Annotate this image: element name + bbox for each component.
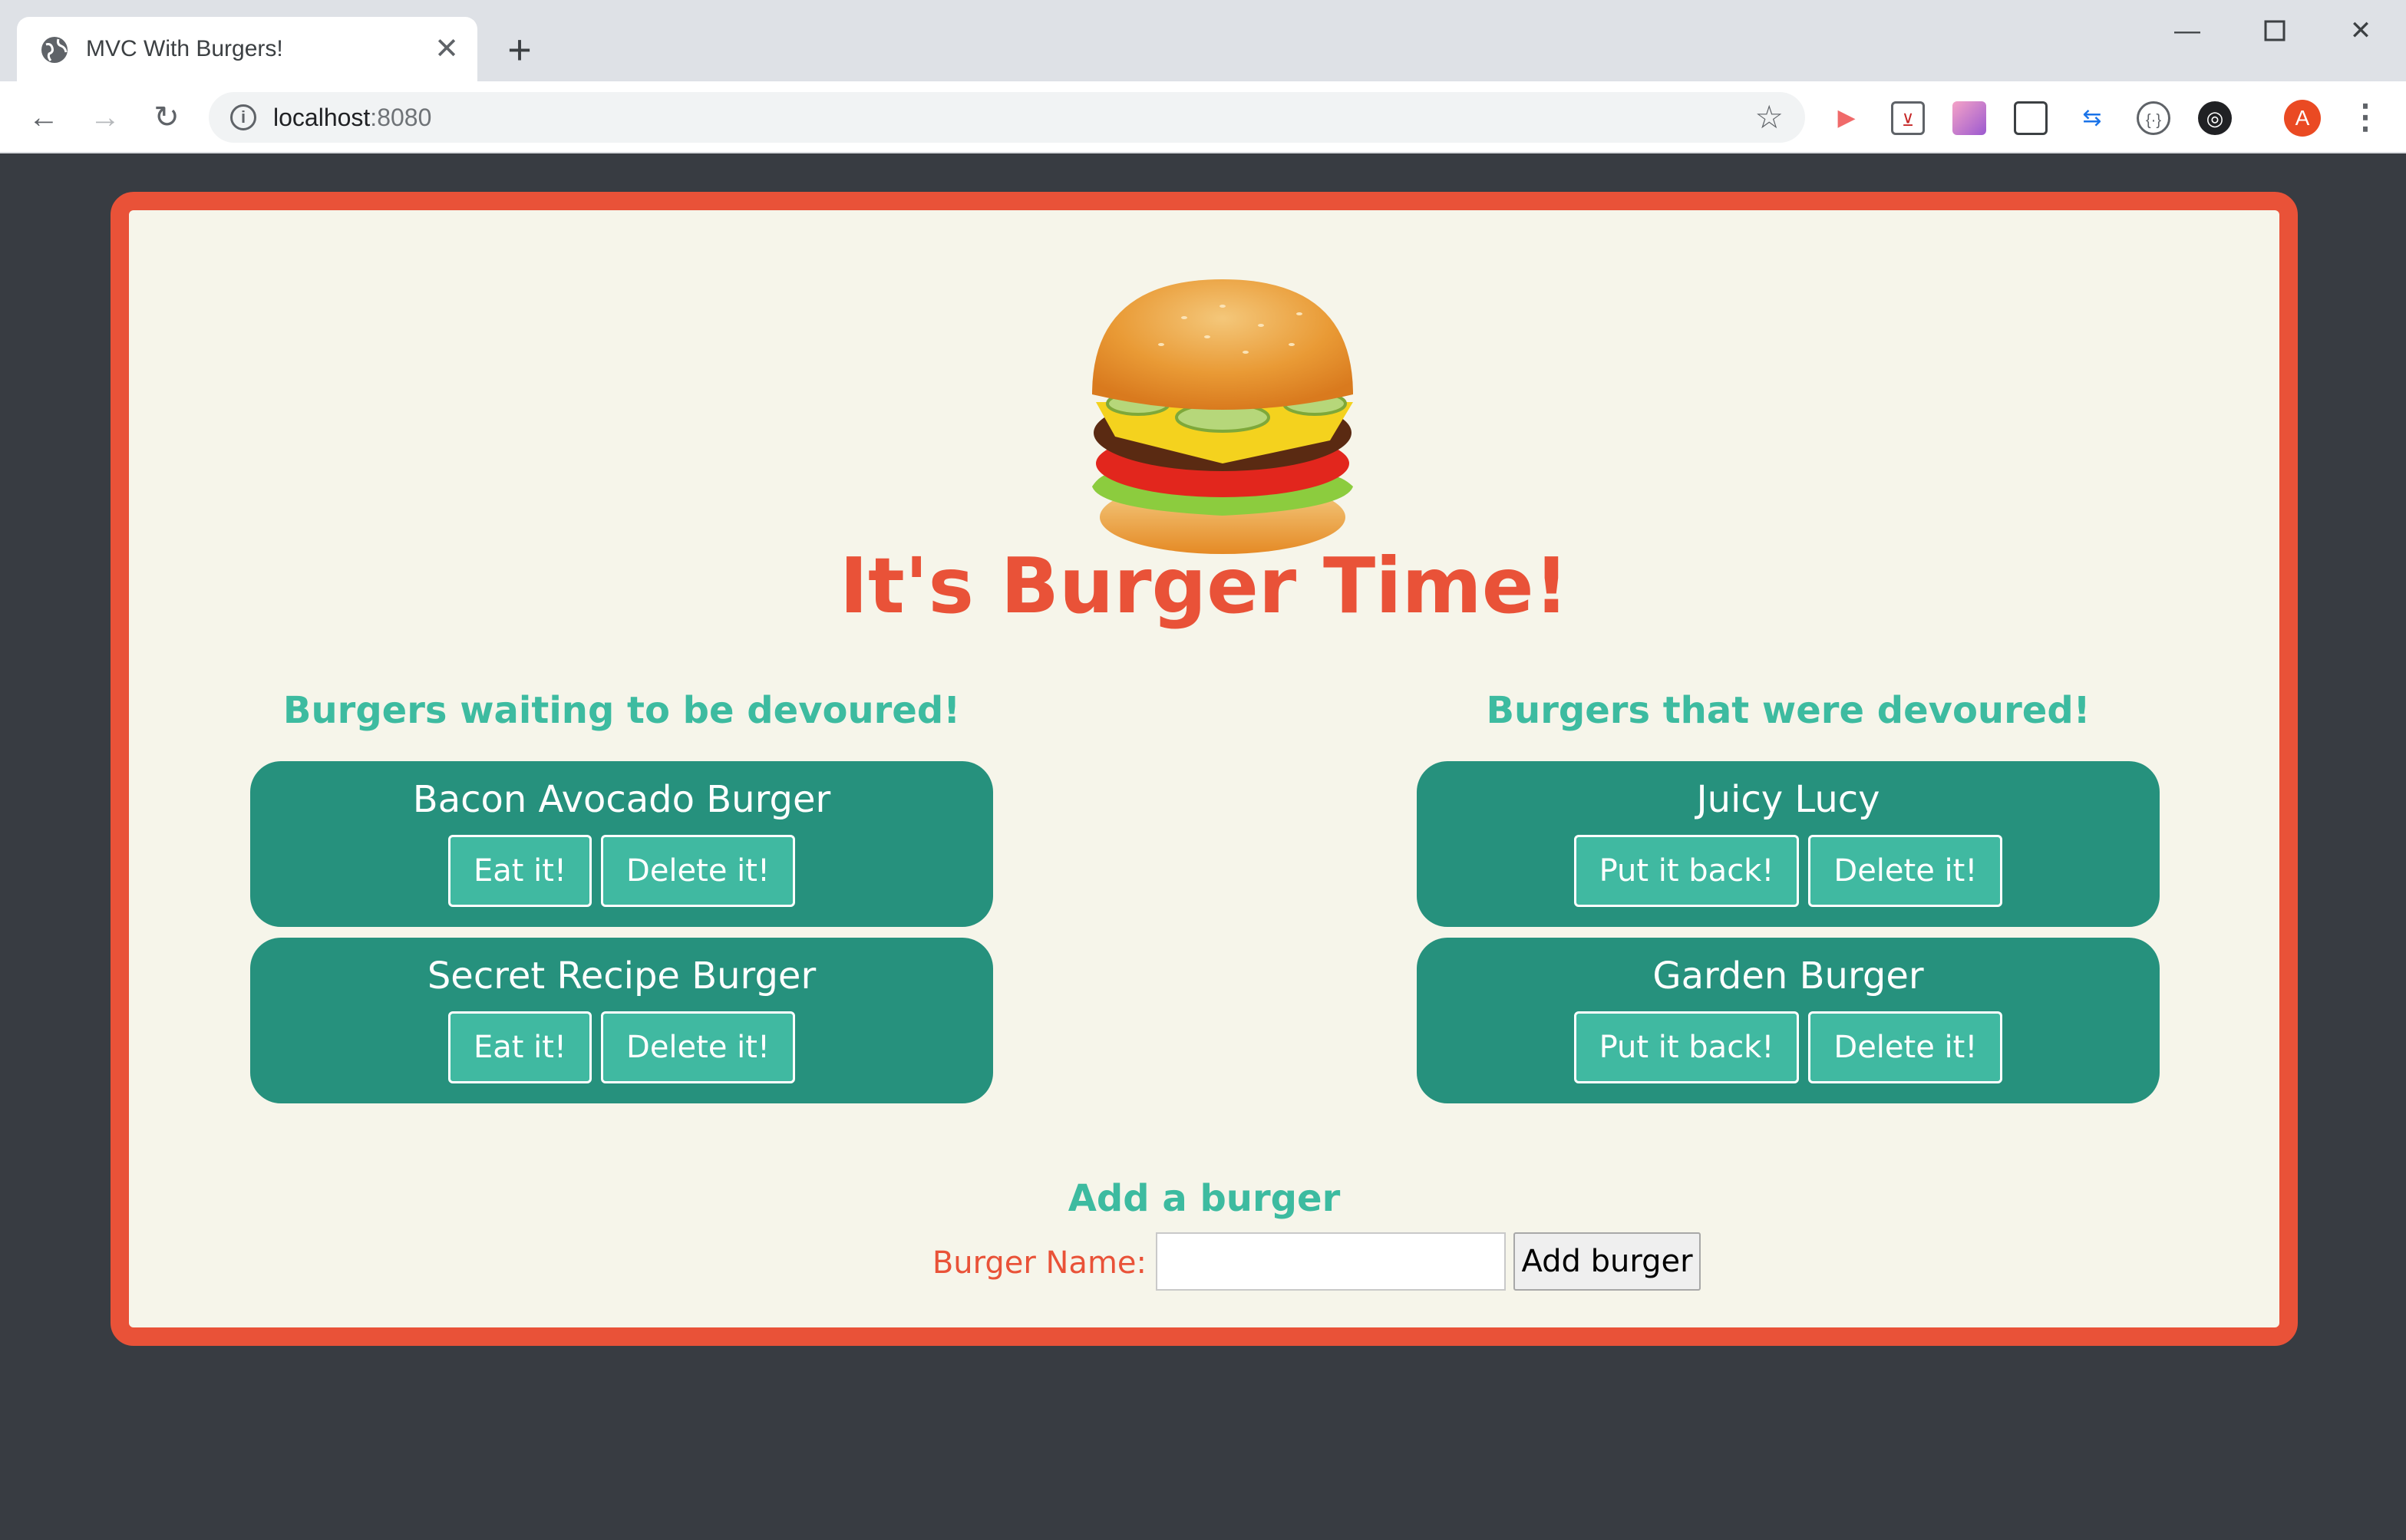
reload-icon[interactable]: ↻ [147,98,186,137]
minimize-icon[interactable]: — [2157,14,2218,48]
add-burger-form: Burger Name: Add burger [129,1232,2279,1294]
add-burger-button[interactable]: Add burger [1513,1232,1701,1291]
burger-name: Garden Burger [1652,955,1924,998]
arrow-left-icon[interactable]: ← [25,98,63,137]
address-bar[interactable]: i localhost:8080 ☆ [209,92,1805,143]
extension-icon-2[interactable]: ⊻ [1891,101,1925,135]
delete-button[interactable]: Delete it! [1808,835,2003,907]
burger-icon [1092,279,1353,554]
burger-name: Secret Recipe Burger [427,955,817,998]
url-text[interactable]: localhost:8080 [273,102,431,133]
close-tab-icon[interactable]: ✕ [431,34,462,64]
add-burger-heading: Add a burger [1068,1177,1341,1220]
new-tab-button[interactable]: + [499,29,540,71]
devoured-burger-card: Garden Burger Put it back! Delete it! [1417,938,2160,1103]
extension-icon-3[interactable] [1952,101,1986,135]
burger-name: Juicy Lucy [1696,778,1880,821]
burger-name-input[interactable] [1156,1232,1506,1291]
delete-button[interactable]: Delete it! [601,1011,795,1083]
burger-name-label: Burger Name: [932,1245,1147,1281]
kebab-menu-icon[interactable]: ⋮ [2348,98,2382,137]
extension-icon-1[interactable]: ▶ [1830,101,1863,135]
extension-icon-5[interactable]: ⇆ [2075,101,2109,135]
globe-icon [41,37,68,63]
avatar[interactable]: A [2284,100,2321,137]
devoured-burger-card: Juicy Lucy Put it back! Delete it! [1417,761,2160,927]
waiting-burger-card: Bacon Avocado Burger Eat it! Delete it! [250,761,993,927]
page-frame: It's Burger Time! Burgers waiting to be … [111,192,2298,1346]
browser-tab[interactable]: MVC With Burgers! ✕ [17,17,477,81]
delete-button[interactable]: Delete it! [1808,1011,2003,1083]
waiting-heading: Burgers waiting to be devoured! [282,689,961,732]
page-title: It's Burger Time! [839,541,1569,631]
arrow-right-icon[interactable]: → [86,98,124,137]
put-back-button[interactable]: Put it back! [1573,835,1800,907]
delete-button[interactable]: Delete it! [601,835,795,907]
burger-name: Bacon Avocado Burger [412,778,831,821]
extension-icon-6[interactable]: {·} [2137,101,2170,135]
star-icon[interactable]: ☆ [1754,100,1784,135]
close-window-icon[interactable]: ✕ [2330,14,2391,48]
eat-button[interactable]: Eat it! [448,835,592,907]
eat-button[interactable]: Eat it! [448,1011,592,1083]
maximize-icon[interactable] [2244,14,2305,48]
browser-toolbar: ← → ↻ i localhost:8080 ☆ ▶ ⊻ ⇆ {·} ◎ A ⋮ [0,81,2406,153]
put-back-button[interactable]: Put it back! [1573,1011,1800,1083]
chrome-icon[interactable]: ◎ [2198,101,2232,135]
tab-title: MVC With Burgers! [86,36,283,61]
devoured-heading: Burgers that were devoured! [1486,689,2091,732]
info-icon[interactable]: i [230,104,256,130]
browser-titlebar: MVC With Burgers! ✕ + — ✕ [0,0,2406,81]
waiting-burger-card: Secret Recipe Burger Eat it! Delete it! [250,938,993,1103]
screenshot-icon[interactable] [2014,101,2048,135]
